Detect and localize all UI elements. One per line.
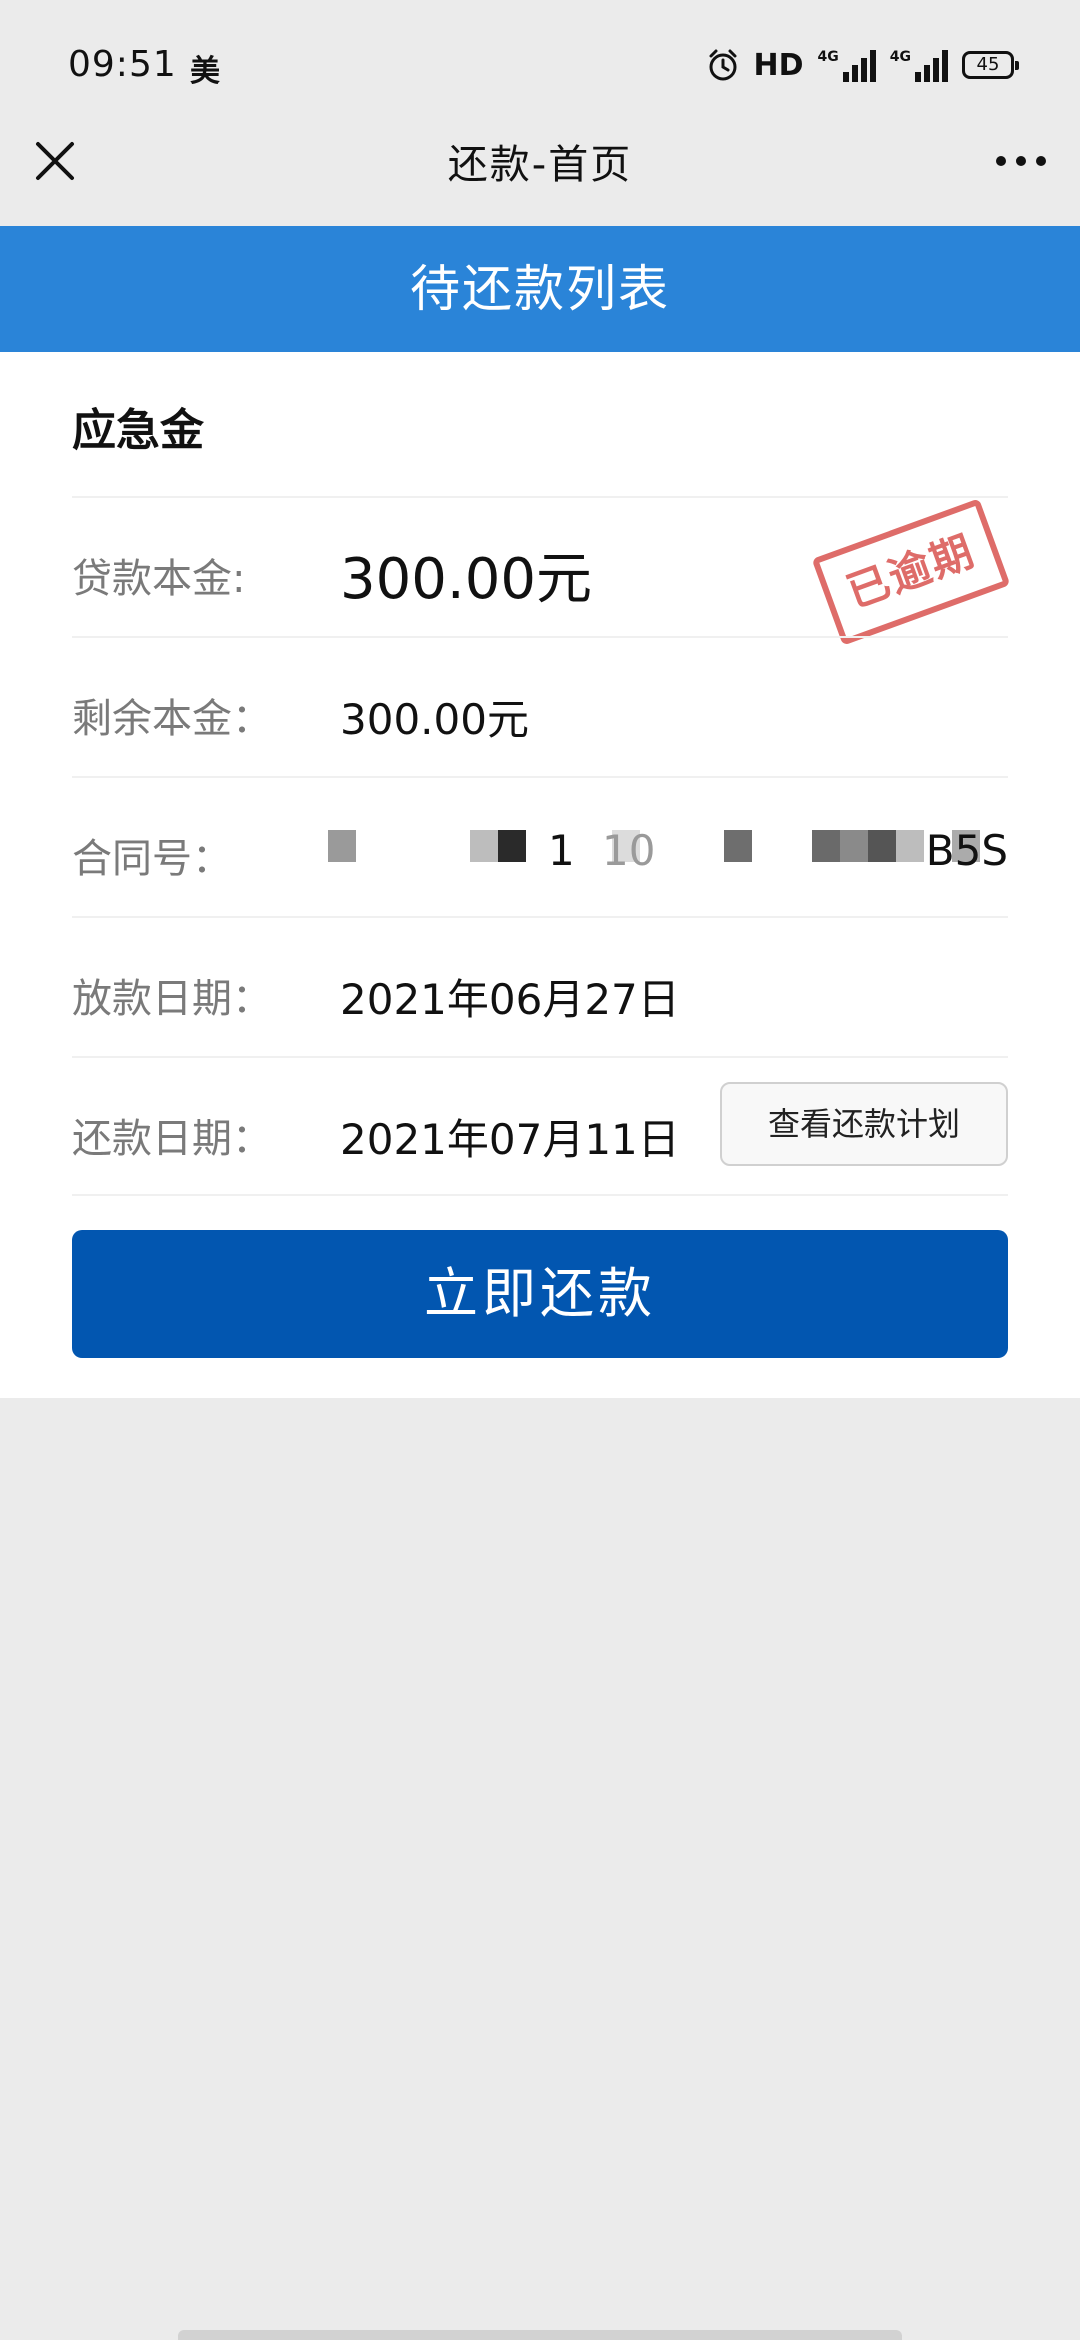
- repay-now-button[interactable]: 立即还款: [72, 1230, 1008, 1358]
- contract-no-visible-1: 1: [548, 826, 575, 875]
- row-contract-no: 合同号： 1 10 B5S: [72, 776, 1008, 916]
- row-loan-principal: 贷款本金: 300.00元 已逾期: [72, 496, 1011, 646]
- list-header: 待还款列表: [0, 226, 1080, 352]
- signal-2-icon: 4G: [890, 48, 948, 82]
- signal-1-icon: 4G: [818, 48, 876, 82]
- row-repayment-date: 还款日期： 2021年07月11日 查看还款计划: [72, 1056, 1008, 1196]
- remaining-principal-label: 剩余本金：: [72, 696, 272, 742]
- status-carrier: 美: [190, 54, 220, 89]
- remaining-principal-value: 300.00元: [340, 695, 529, 744]
- repayment-date-label: 还款日期：: [72, 1116, 272, 1162]
- contract-no-visible-2: 10: [602, 826, 656, 875]
- view-repayment-plan-button[interactable]: 查看还款计划: [720, 1082, 1008, 1166]
- contract-no-label: 合同号：: [72, 836, 232, 882]
- more-icon[interactable]: [996, 156, 1046, 166]
- nav-bar: 还款-首页: [0, 100, 1080, 226]
- page-title: 还款-首页: [447, 142, 633, 188]
- contract-no-visible-3: B5S: [925, 826, 1008, 875]
- loan-principal-value: 300.00元: [340, 547, 592, 612]
- disbursement-date-value: 2021年06月27日: [340, 975, 680, 1024]
- status-icons: HD 4G 4G 45: [706, 42, 1019, 88]
- repayment-date-value: 2021年07月11日: [340, 1115, 680, 1164]
- status-time: 09:51: [68, 44, 177, 85]
- hd-label: HD: [753, 47, 804, 83]
- alarm-icon: [709, 49, 737, 81]
- home-indicator[interactable]: [178, 2330, 902, 2340]
- product-name: 应急金: [72, 405, 204, 456]
- network-type-label: 4G: [889, 49, 911, 65]
- loan-card: 应急金 贷款本金: 300.00元 已逾期 剩余本金： 300.00元 合同号：…: [0, 352, 1080, 1398]
- network-type-label: 4G: [817, 49, 839, 65]
- row-disbursement-date: 放款日期： 2021年06月27日: [72, 916, 1008, 1056]
- disbursement-date-label: 放款日期：: [72, 976, 272, 1022]
- overdue-stamp: 已逾期: [811, 498, 1011, 646]
- row-remaining-principal: 剩余本金： 300.00元: [72, 636, 1008, 776]
- loan-principal-label: 贷款本金:: [72, 556, 246, 602]
- battery-icon: 45: [962, 51, 1019, 79]
